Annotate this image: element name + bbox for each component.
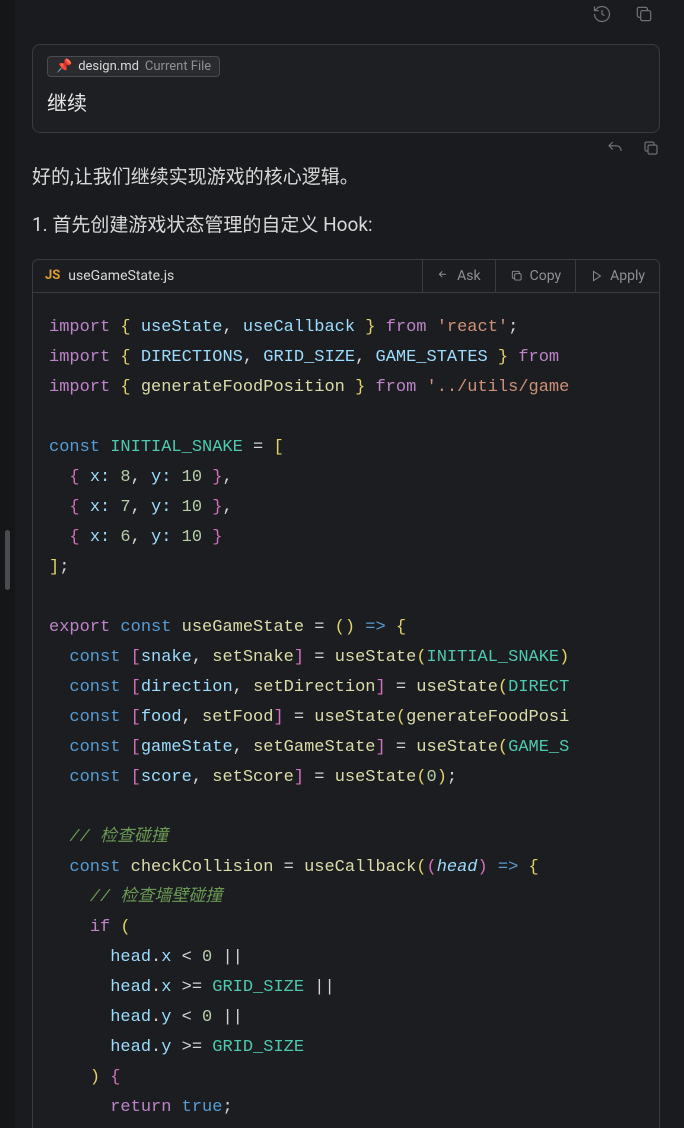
code-header: JS useGameState.js Ask Copy Apply — [33, 260, 659, 293]
code-filename-text: useGameState.js — [68, 268, 174, 284]
pin-icon: 📌 — [56, 59, 72, 74]
undo-icon[interactable] — [606, 139, 624, 161]
code-apply-button[interactable]: Apply — [575, 260, 659, 292]
user-typed-text[interactable]: 继续 — [47, 87, 645, 116]
code-filename: JS useGameState.js — [33, 260, 422, 292]
assistant-step-1: 1. 首先创建游戏状态管理的自定义 Hook: — [32, 210, 592, 237]
copy-response-icon[interactable] — [642, 139, 660, 161]
js-badge-icon: JS — [45, 268, 60, 283]
code-copy-button[interactable]: Copy — [495, 260, 576, 292]
code-content[interactable]: import { useState, useCallback } from 'r… — [33, 293, 659, 1128]
assistant-intro: 好的,让我们继续实现游戏的核心逻辑。 — [32, 163, 592, 192]
scrollbar-thumb[interactable] — [5, 530, 10, 590]
scrollbar-track[interactable] — [0, 0, 15, 1128]
chip-filename: design.md — [78, 59, 139, 74]
user-input-card: 📌 design.md Current File 继续 — [32, 44, 660, 133]
chip-suffix: Current File — [145, 59, 211, 74]
code-block: JS useGameState.js Ask Copy Apply import… — [32, 259, 660, 1128]
code-ask-button[interactable]: Ask — [422, 260, 494, 292]
history-icon[interactable] — [592, 4, 612, 28]
copy-icon[interactable] — [634, 4, 654, 28]
context-file-chip[interactable]: 📌 design.md Current File — [47, 56, 220, 77]
